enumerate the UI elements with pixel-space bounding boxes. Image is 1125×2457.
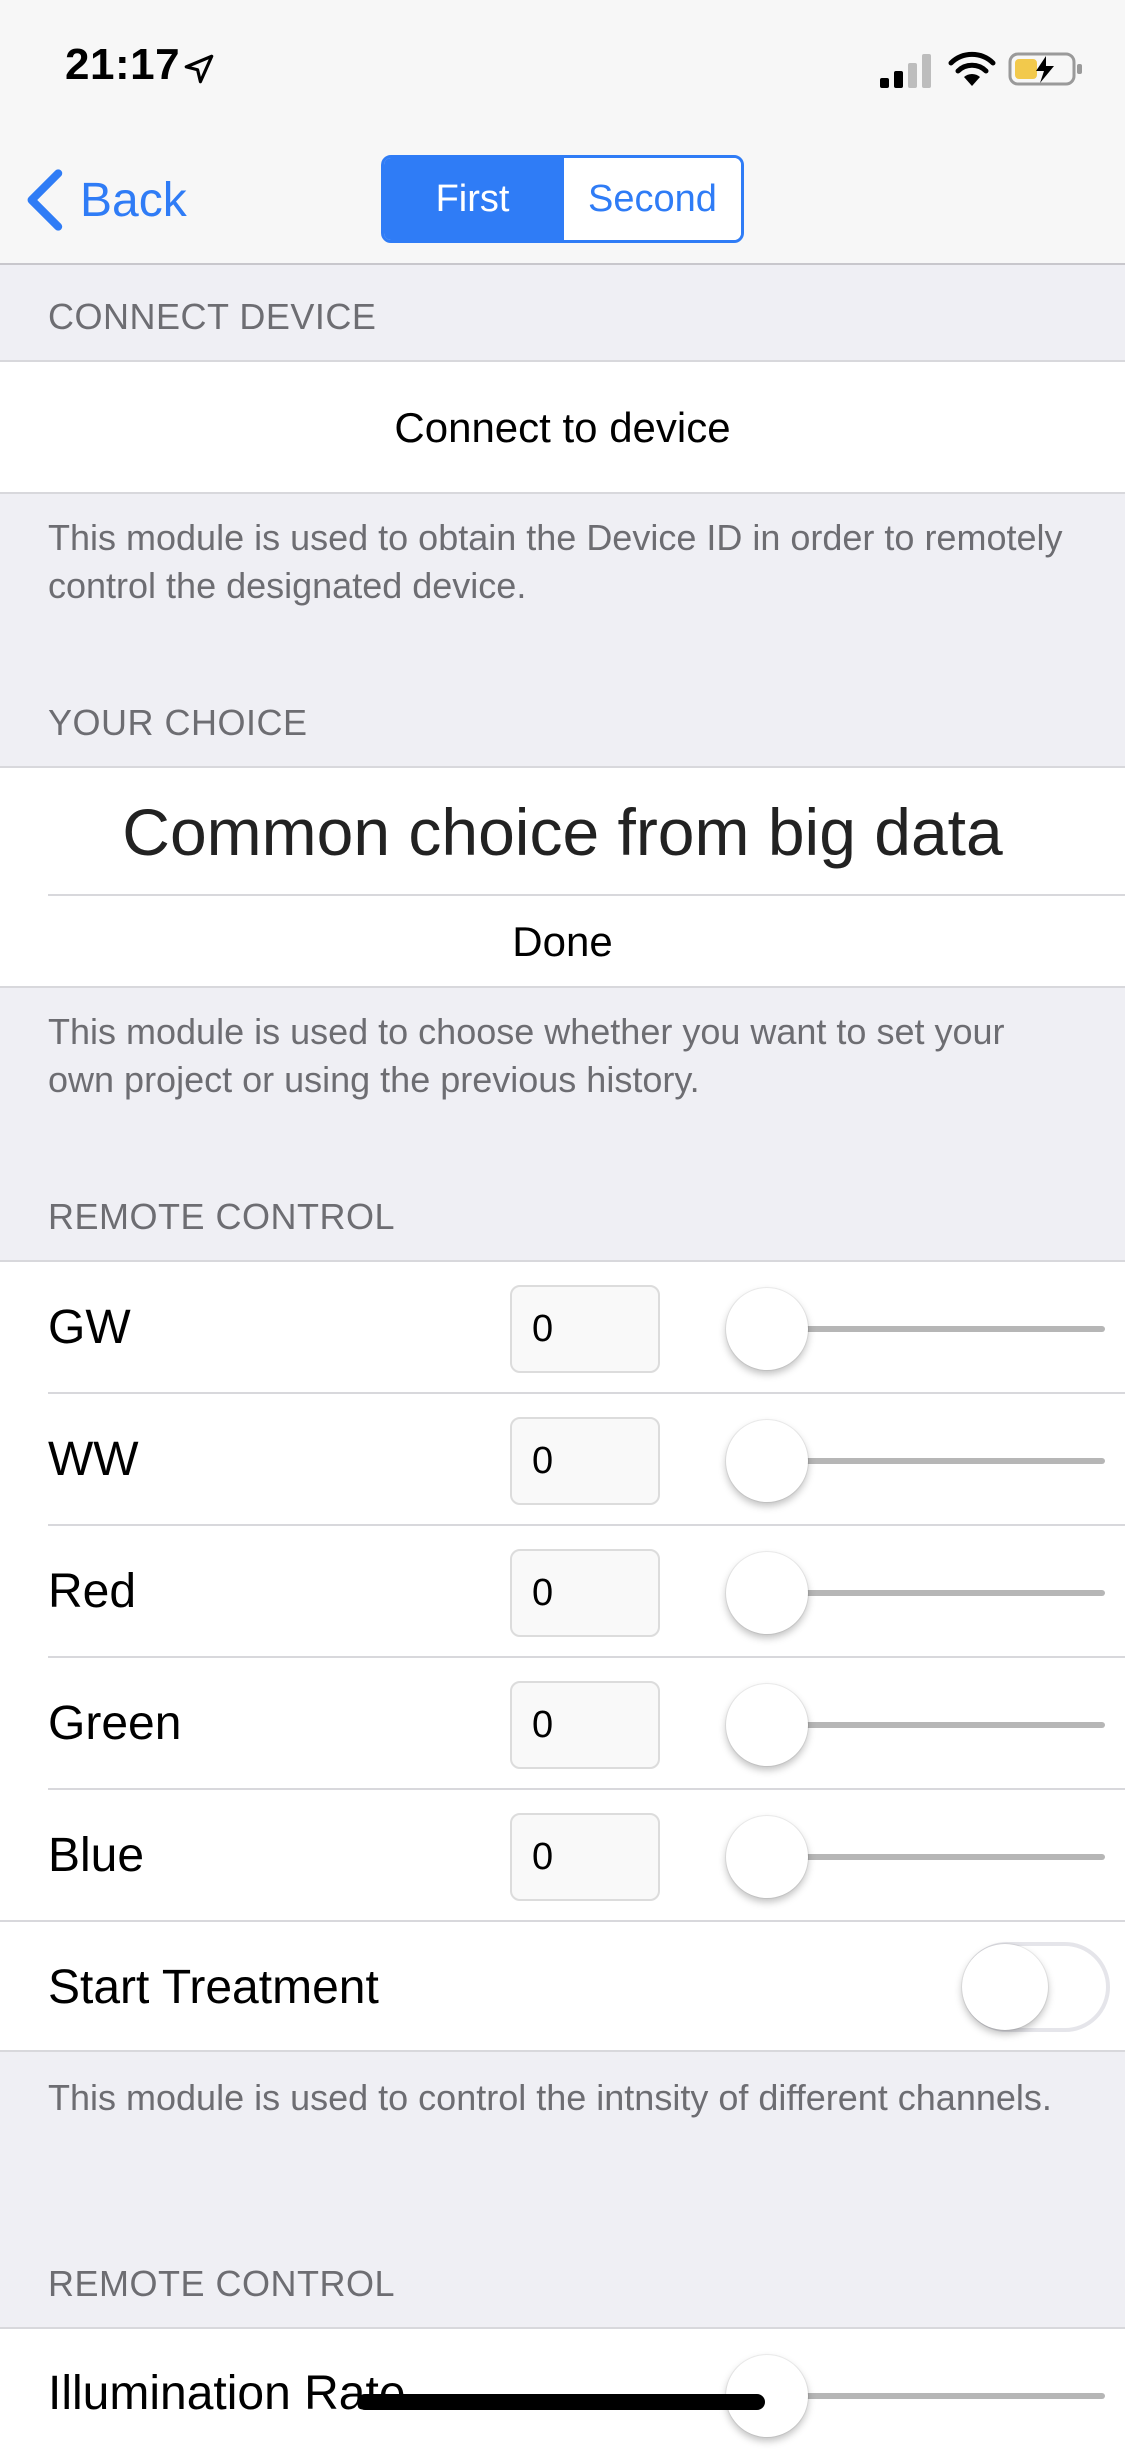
chevron-left-icon [27,169,63,231]
back-label: Back [80,173,187,227]
divider [48,894,1125,896]
start-treatment-label: Start Treatment [48,1961,379,2014]
slider-thumb-ww[interactable] [726,1420,808,1502]
channel-label-green: Green [48,1697,182,1750]
start-treatment-switch-knob[interactable] [962,1944,1048,2030]
channel-label-ww: WW [48,1433,139,1486]
segmented-control: First Second [381,155,744,243]
channel-value-gw[interactable]: 0 [510,1285,660,1373]
choice-picker-value[interactable]: Common choice from big data [0,794,1125,870]
slider-thumb-gw[interactable] [726,1288,808,1370]
section-header-choice: YOUR CHOICE [48,702,308,743]
channel-label-red: Red [48,1565,137,1618]
channel-value-red[interactable]: 0 [510,1549,660,1637]
wifi-icon [948,51,996,86]
section-footer-connect: This module is used to obtain the Device… [48,517,1063,606]
section-header-remote: REMOTE CONTROL [48,1196,396,1237]
divider [48,1656,1125,1658]
divider [48,1788,1125,1790]
channel-label-gw: GW [48,1301,131,1354]
channel-value-ww[interactable]: 0 [510,1417,660,1505]
channel-value-green[interactable]: 0 [510,1681,660,1769]
slider-thumb-green[interactable] [726,1684,808,1766]
status-time: 21:17 [65,40,181,89]
home-indicator[interactable] [357,2394,765,2410]
slider-thumb-red[interactable] [726,1552,808,1634]
section-header-connect: CONNECT DEVICE [48,296,377,337]
channel-value-blue[interactable]: 0 [510,1813,660,1901]
section-header-remote-2: REMOTE CONTROL [48,2263,396,2304]
illumination-rate-label: Illumination Rate [48,2367,406,2420]
cellular-signal-icon [880,54,931,88]
divider [48,1392,1125,1394]
section-footer-choice: This module is used to choose whether yo… [48,1011,1005,1100]
done-button[interactable]: Done [0,918,1125,966]
location-arrow-icon [184,54,214,84]
section-footer-remote: This module is used to control the intns… [48,2077,1052,2118]
segment-first[interactable]: First [384,158,561,240]
segment-second[interactable]: Second [561,158,741,240]
battery-charging-icon [1008,52,1082,86]
divider [48,1524,1125,1526]
connect-device-button[interactable]: Connect to device [0,404,1125,452]
back-button[interactable]: Back [22,165,187,235]
slider-thumb-blue[interactable] [726,1816,808,1898]
channel-label-blue: Blue [48,1829,145,1882]
divider [0,1920,1125,1922]
